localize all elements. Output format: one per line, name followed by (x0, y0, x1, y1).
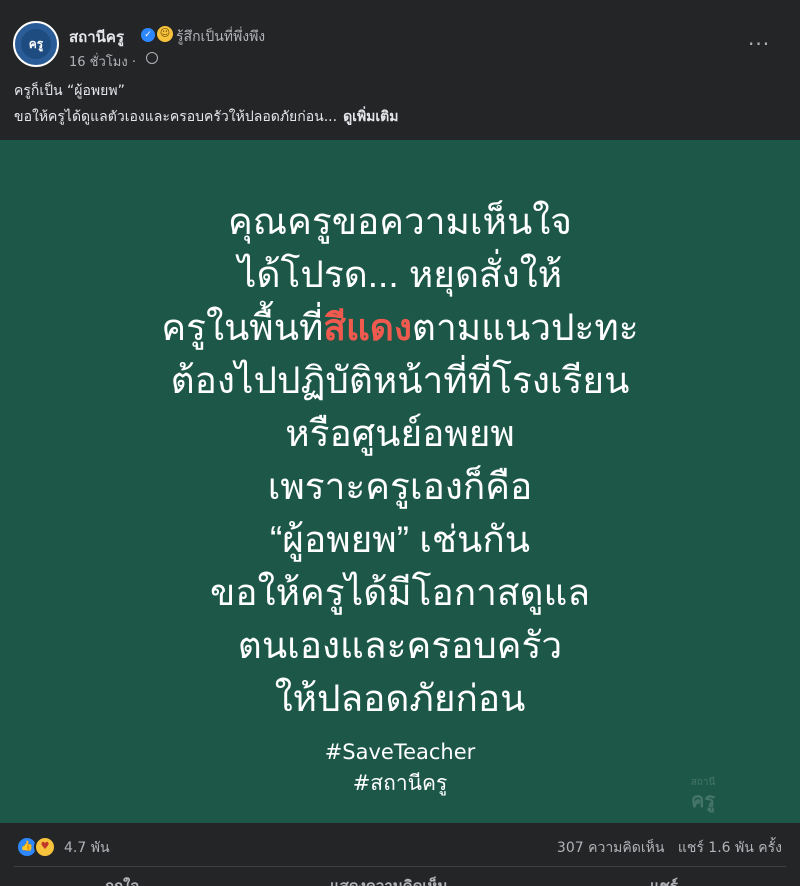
watermark-logo: สถานี ครู (683, 777, 723, 811)
comment-button[interactable]: แสดงความคิดเห็น (330, 874, 448, 886)
share-button[interactable]: แชร์ (650, 874, 678, 886)
hashtag-station: #สถานีครู (352, 771, 448, 795)
care-reaction-icon[interactable]: ♥ (34, 836, 56, 858)
shares-count[interactable]: แชร์ 1.6 พัน ครั้ง (678, 840, 782, 856)
caption-line-2: ขอให้ครูได้ดูแลตัวเองและครอบครัวให้ปลอดภ… (14, 106, 399, 128)
reactions-bar: 👍 ♥ 4.7 พัน 307 ความคิดเห็น แชร์ 1.6 พัน… (0, 823, 800, 867)
watermark-big-text: ครู (690, 788, 716, 812)
caption-text: ขอให้ครูได้ดูแลตัวเองและครอบครัวให้ปลอดภ… (14, 109, 338, 125)
post-header: ครู สถานีครู ✓ ☺ รู้สึกเป็นที่พึ่งพึง 16… (0, 0, 800, 80)
image-line-5: หรือศูนย์อพยพ (285, 413, 515, 454)
comments-count[interactable]: 307 ความคิดเห็น (557, 840, 665, 856)
image-line-4: ต้องไปปฏิบัติหน้าที่ที่โรงเรียน (170, 360, 630, 401)
avatar-logo: ครู (21, 29, 51, 59)
smiley-icon: ☺ (157, 26, 173, 42)
image-line-8: ขอให้ครูได้มีโอกาสดูแล (209, 572, 591, 613)
image-line-2: ได้โปรด... หยุดสั่งให้ (237, 254, 563, 295)
action-bar: ถูกใจ แสดงความคิดเห็น แชร์ (0, 872, 800, 886)
image-line-6: เพราะครูเองก็คือ (267, 466, 533, 507)
feeling-text: รู้สึกเป็นที่พึ่งพึง (176, 29, 266, 45)
image-text-block: คุณครูขอความเห็นใจ ได้โปรด... หยุดสั่งให… (0, 195, 800, 725)
verified-badge-icon: ✓ (141, 28, 155, 42)
caption-line-1: ครูก็เป็น “ผู้อพยพ” (14, 83, 125, 99)
image-hashtags: #SaveTeacher #สถานีครู (0, 737, 800, 799)
red-zone-highlight: สีแดง (323, 307, 412, 348)
divider (14, 866, 786, 867)
globe-icon (146, 52, 158, 64)
image-line-1: คุณครูขอความเห็นใจ (228, 201, 572, 242)
hashtag-saveteacher: #SaveTeacher (324, 740, 476, 764)
image-line-7: “ผู้อพยพ” เช่นกัน (269, 519, 531, 560)
more-options-button[interactable]: ··· (748, 32, 770, 56)
image-line-3: ครูในพื้นที่สีแดงตามแนวปะทะ (0, 301, 800, 354)
see-more-link[interactable]: ดูเพิ่มเติม (343, 109, 398, 125)
post-image[interactable]: คุณครูขอความเห็นใจ ได้โปรด... หยุดสั่งให… (0, 140, 800, 823)
image-line-9: ตนเองและครอบครัว (237, 625, 563, 666)
like-button[interactable]: ถูกใจ (105, 874, 139, 886)
reaction-count[interactable]: 4.7 พัน (64, 837, 110, 859)
image-line-3-suffix: ตามแนวปะทะ (411, 307, 639, 348)
image-line-3-prefix: ครูในพื้นที่ (161, 307, 324, 348)
page-avatar[interactable]: ครู (13, 21, 59, 67)
post-timestamp[interactable]: 16 ชั่วโมง · (69, 51, 136, 72)
page-name-link[interactable]: สถานีครู (69, 25, 124, 49)
image-line-10: ให้ปลอดภัยก่อน (274, 678, 526, 719)
post-stats: 307 ความคิดเห็น แชร์ 1.6 พัน ครั้ง (557, 837, 782, 859)
